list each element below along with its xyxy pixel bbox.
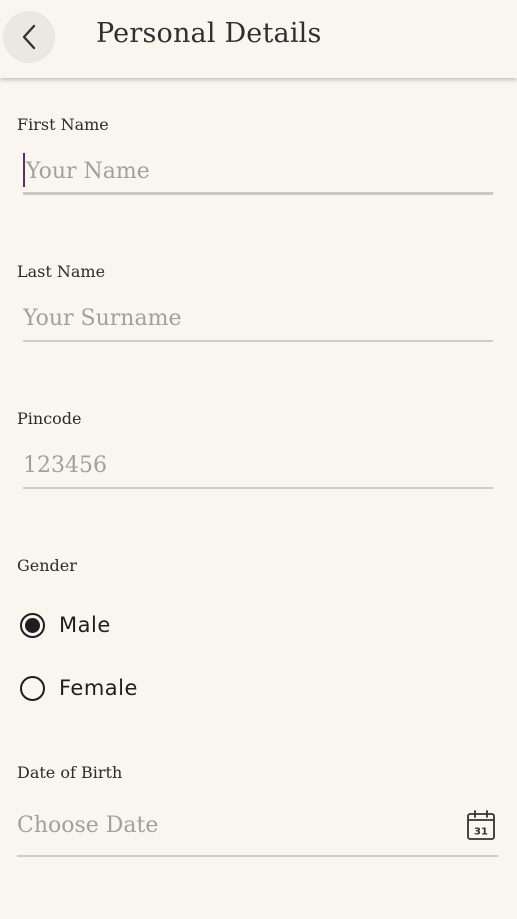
last-name-underline	[23, 340, 493, 342]
last-name-label: Last Name	[17, 262, 106, 281]
radio-button-selected[interactable]	[20, 612, 45, 638]
first-name-label: First Name	[17, 115, 109, 134]
page-title: Personal Details	[96, 18, 322, 49]
calendar-day-text: 31	[474, 827, 488, 838]
date-of-birth-input[interactable]	[17, 805, 457, 845]
radio-selected-dot	[25, 617, 40, 633]
personal-details-form: First Name Last Name Pincode Gender Male…	[0, 78, 517, 919]
first-name-underline	[23, 192, 493, 195]
calendar-icon: 31	[467, 810, 495, 840]
pincode-label: Pincode	[17, 409, 82, 428]
date-of-birth-underline	[17, 855, 498, 857]
gender-option-male[interactable]: Male	[20, 605, 111, 645]
gender-option-label: Female	[59, 676, 138, 700]
gender-option-female[interactable]: Female	[20, 668, 138, 708]
last-name-input[interactable]	[23, 298, 493, 338]
back-button[interactable]	[3, 11, 55, 63]
pincode-input[interactable]	[23, 445, 493, 485]
gender-label: Gender	[17, 556, 77, 575]
first-name-input[interactable]	[23, 151, 496, 191]
gender-option-label: Male	[59, 613, 111, 637]
app-bar: Personal Details	[0, 0, 517, 78]
radio-button-unselected[interactable]	[20, 675, 45, 701]
calendar-button[interactable]: 31	[466, 809, 496, 841]
back-arrow-icon	[22, 24, 36, 50]
pincode-underline	[23, 487, 493, 489]
date-of-birth-label: Date of Birth	[17, 763, 123, 782]
